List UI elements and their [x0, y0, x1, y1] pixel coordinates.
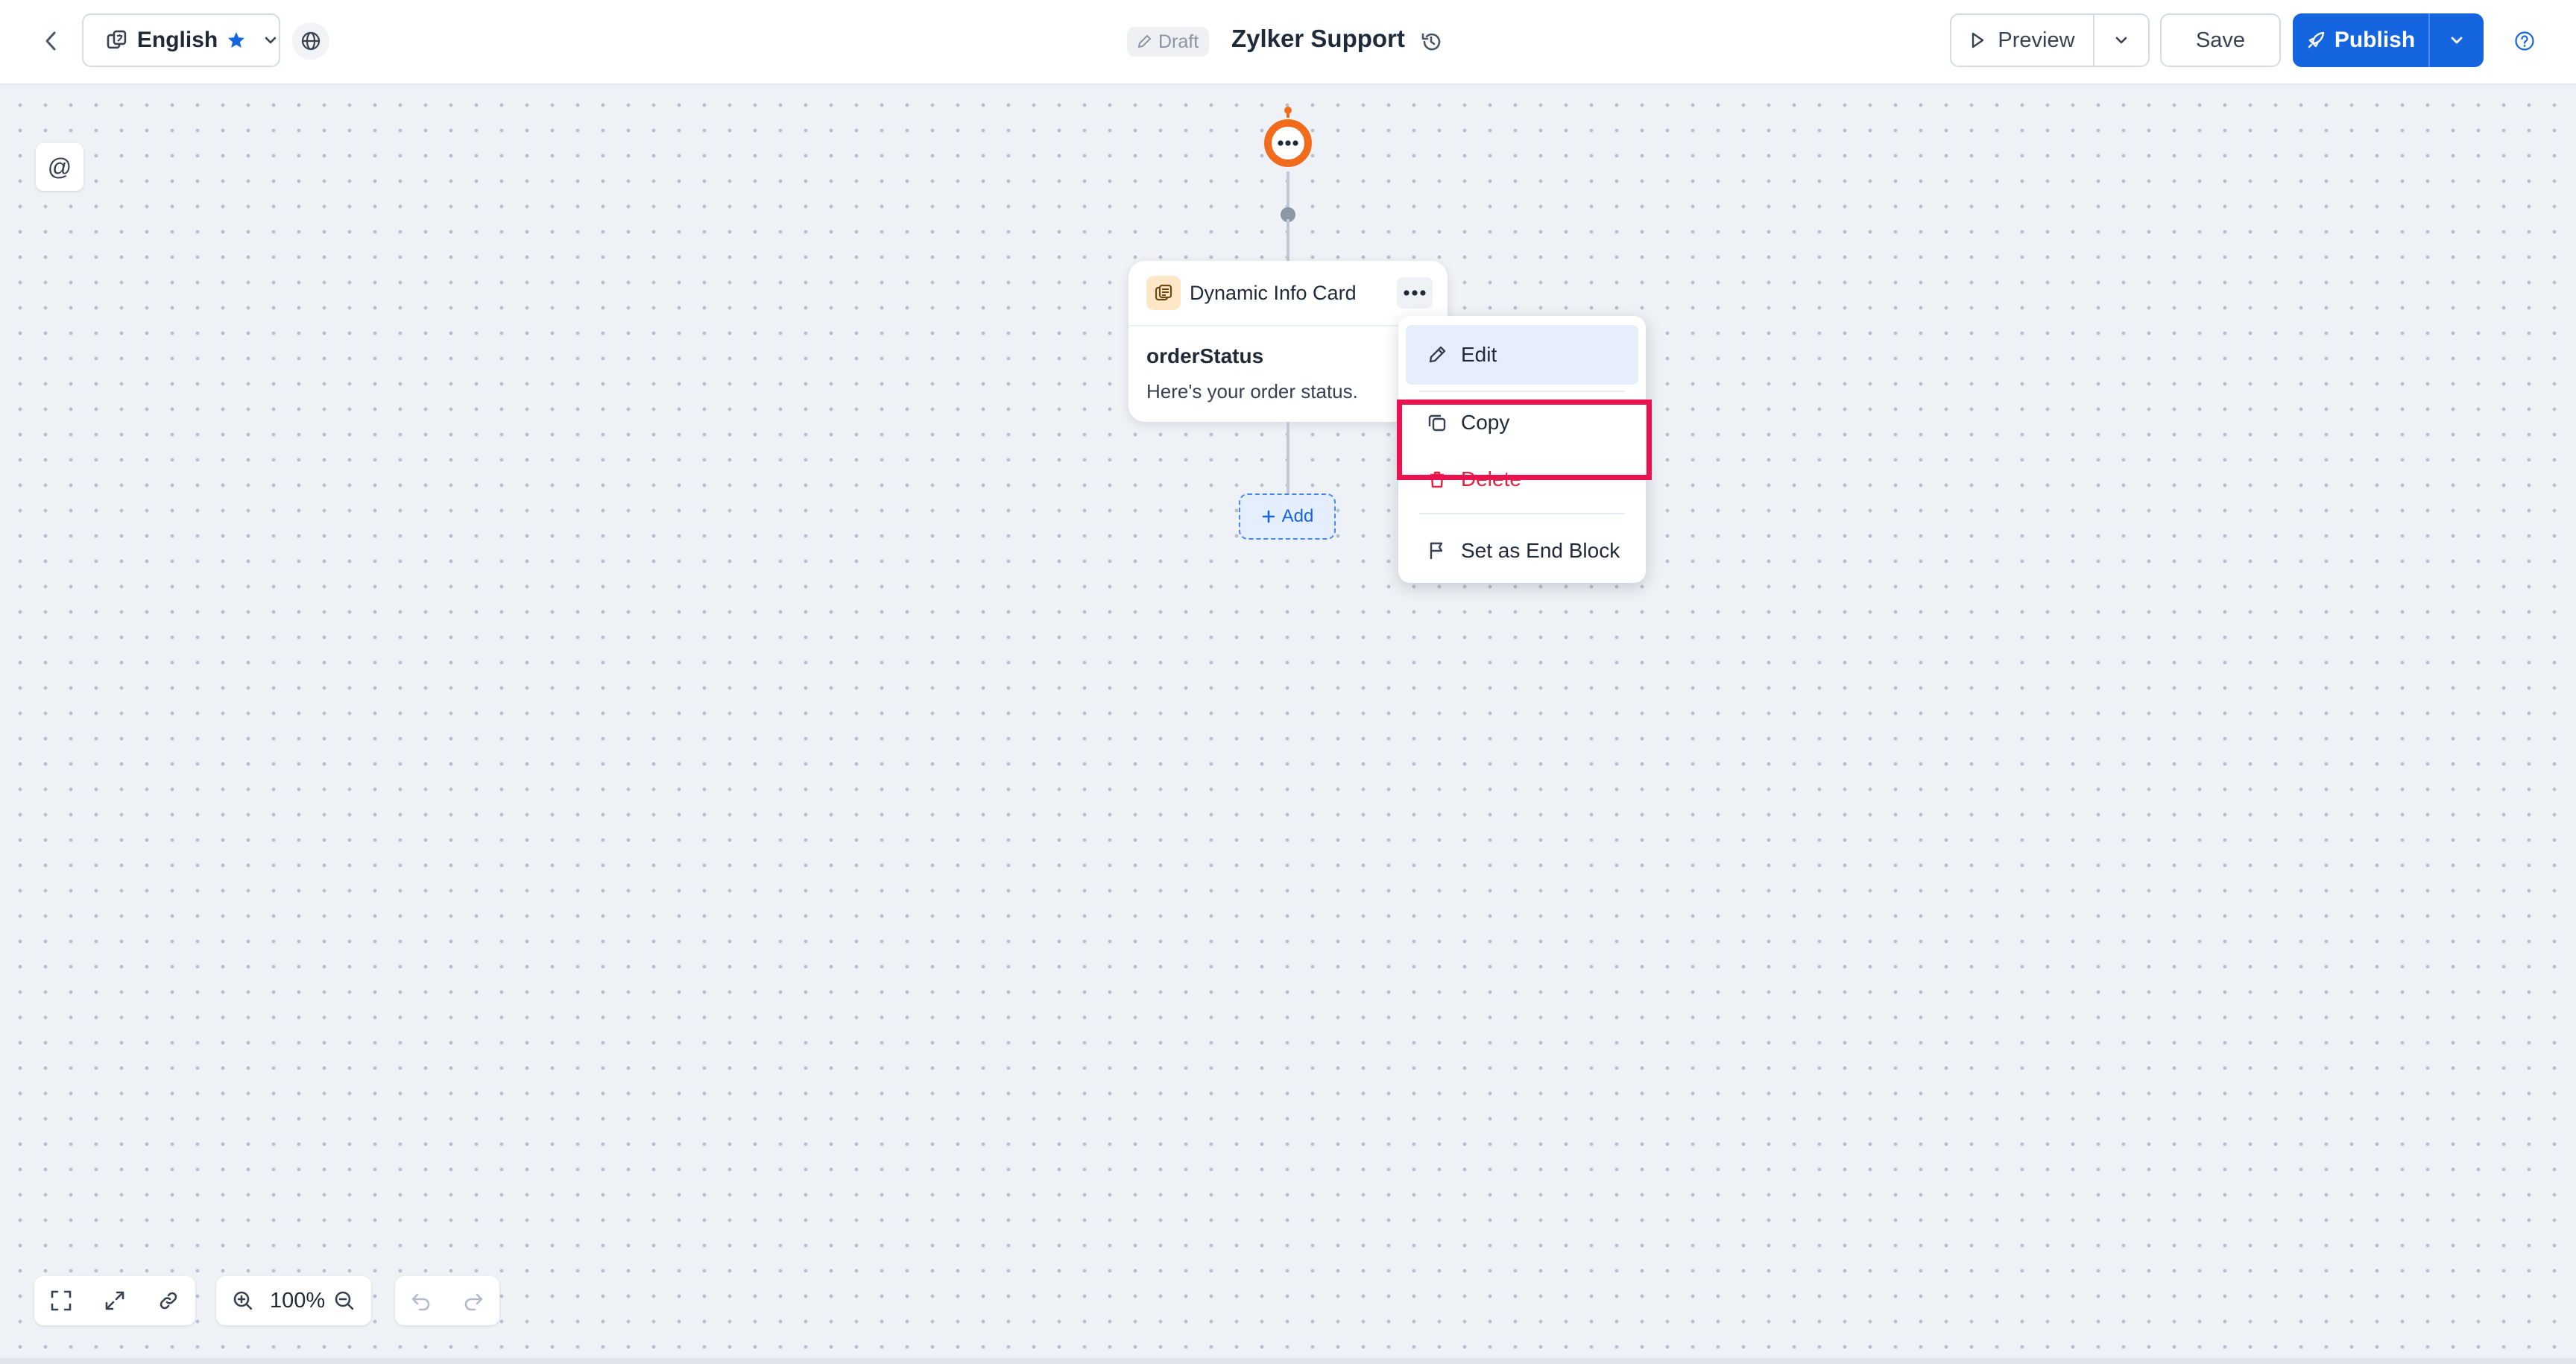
- publish-options-button[interactable]: [2430, 13, 2484, 67]
- card-header: Dynamic Info Card: [1128, 261, 1448, 326]
- back-button[interactable]: [30, 19, 72, 63]
- history-icon: [1421, 33, 1441, 51]
- menu-item-label: Set as End Block: [1461, 539, 1620, 562]
- undo-icon: [411, 1293, 430, 1311]
- chevron-down-icon: [2451, 37, 2463, 44]
- preview-button-group: Preview: [1950, 13, 2150, 67]
- fit-screen-icon: [51, 1290, 72, 1311]
- menu-item-copy[interactable]: Copy: [1406, 397, 1638, 449]
- menu-item-label: Edit: [1461, 343, 1497, 366]
- view-tools-group: [34, 1276, 195, 1325]
- preview-options-button[interactable]: [2094, 15, 2148, 66]
- language-selector[interactable]: English: [82, 13, 280, 67]
- version-history-button[interactable]: [1413, 24, 1449, 60]
- menu-item-delete[interactable]: Delete: [1406, 453, 1638, 505]
- zoom-level: 100%: [270, 1288, 326, 1313]
- language-label: English: [136, 28, 218, 52]
- publish-button-group: Publish: [2293, 13, 2484, 67]
- info-card-icon: [1146, 276, 1181, 310]
- rocket-icon: [2308, 31, 2325, 48]
- more-horizontal-icon: [1404, 290, 1426, 296]
- status-badge-label: Draft: [1158, 31, 1199, 52]
- copy-icon: [1428, 414, 1446, 432]
- link-icon: [160, 1292, 177, 1310]
- zoom-in-button[interactable]: [216, 1276, 270, 1325]
- expand-icon: [105, 1291, 124, 1310]
- redo-button[interactable]: [447, 1276, 499, 1325]
- help-icon: [2515, 31, 2534, 51]
- menu-divider: [1419, 513, 1625, 514]
- card-more-options-button[interactable]: [1397, 277, 1433, 309]
- block-context-menu: Edit Copy Delete Set as End Block: [1398, 316, 1646, 583]
- save-button[interactable]: Save: [2160, 13, 2281, 67]
- publish-button[interactable]: Publish: [2293, 13, 2430, 67]
- menu-divider: [1419, 391, 1625, 392]
- help-button[interactable]: [2506, 22, 2543, 60]
- translate-icon: [107, 30, 127, 49]
- menu-item-edit[interactable]: Edit: [1406, 325, 1638, 385]
- play-icon: [1972, 32, 1984, 48]
- bottom-edge: [0, 1358, 2576, 1364]
- chevron-down-icon: [2115, 37, 2127, 44]
- chevron-down-icon: [265, 37, 277, 44]
- card-type-label: Dynamic Info Card: [1190, 281, 1357, 304]
- history-controls: [395, 1276, 499, 1325]
- globe-button[interactable]: [292, 22, 329, 60]
- pencil-icon: [1137, 34, 1152, 48]
- publish-label: Publish: [2334, 28, 2416, 52]
- card-block-message: Here's your order status.: [1146, 380, 1358, 402]
- trash-icon: [1430, 471, 1444, 488]
- bot-start-icon[interactable]: [1260, 106, 1316, 170]
- zoom-out-icon: [335, 1291, 354, 1310]
- fullscreen-button[interactable]: [88, 1276, 142, 1325]
- link-button[interactable]: [142, 1276, 195, 1325]
- zoom-controls: 100%: [216, 1276, 371, 1325]
- menu-item-set-end-block[interactable]: Set as End Block: [1406, 523, 1638, 578]
- flow-canvas[interactable]: @ Dynamic Info Card orderStatus Here's y…: [0, 85, 2576, 1364]
- flag-icon: [1430, 542, 1443, 559]
- preview-button[interactable]: Preview: [1951, 15, 2094, 66]
- plus-icon: [1262, 510, 1275, 523]
- top-bar: English Draft Zylker Support Preview Sav…: [0, 0, 2576, 85]
- preview-label: Preview: [1998, 28, 2075, 52]
- pencil-icon: [1429, 346, 1446, 363]
- undo-button[interactable]: [395, 1276, 447, 1325]
- redo-icon: [464, 1293, 483, 1311]
- globe-icon: [301, 31, 321, 51]
- fit-to-screen-button[interactable]: [34, 1276, 88, 1325]
- star-icon: [228, 32, 245, 48]
- zoom-in-icon: [233, 1291, 253, 1310]
- menu-item-label: Delete: [1461, 467, 1521, 490]
- card-block-name: orderStatus: [1146, 344, 1264, 367]
- chevron-left-icon: [45, 31, 56, 51]
- flow-connector: [1287, 171, 1289, 210]
- menu-item-label: Copy: [1461, 411, 1510, 434]
- page-title: Zylker Support: [1231, 25, 1405, 52]
- status-badge: Draft: [1127, 27, 1210, 57]
- zoom-out-button[interactable]: [318, 1276, 371, 1325]
- mention-button[interactable]: @: [36, 143, 83, 191]
- add-block-button[interactable]: Add: [1239, 493, 1336, 540]
- add-block-label: Add: [1281, 506, 1314, 526]
